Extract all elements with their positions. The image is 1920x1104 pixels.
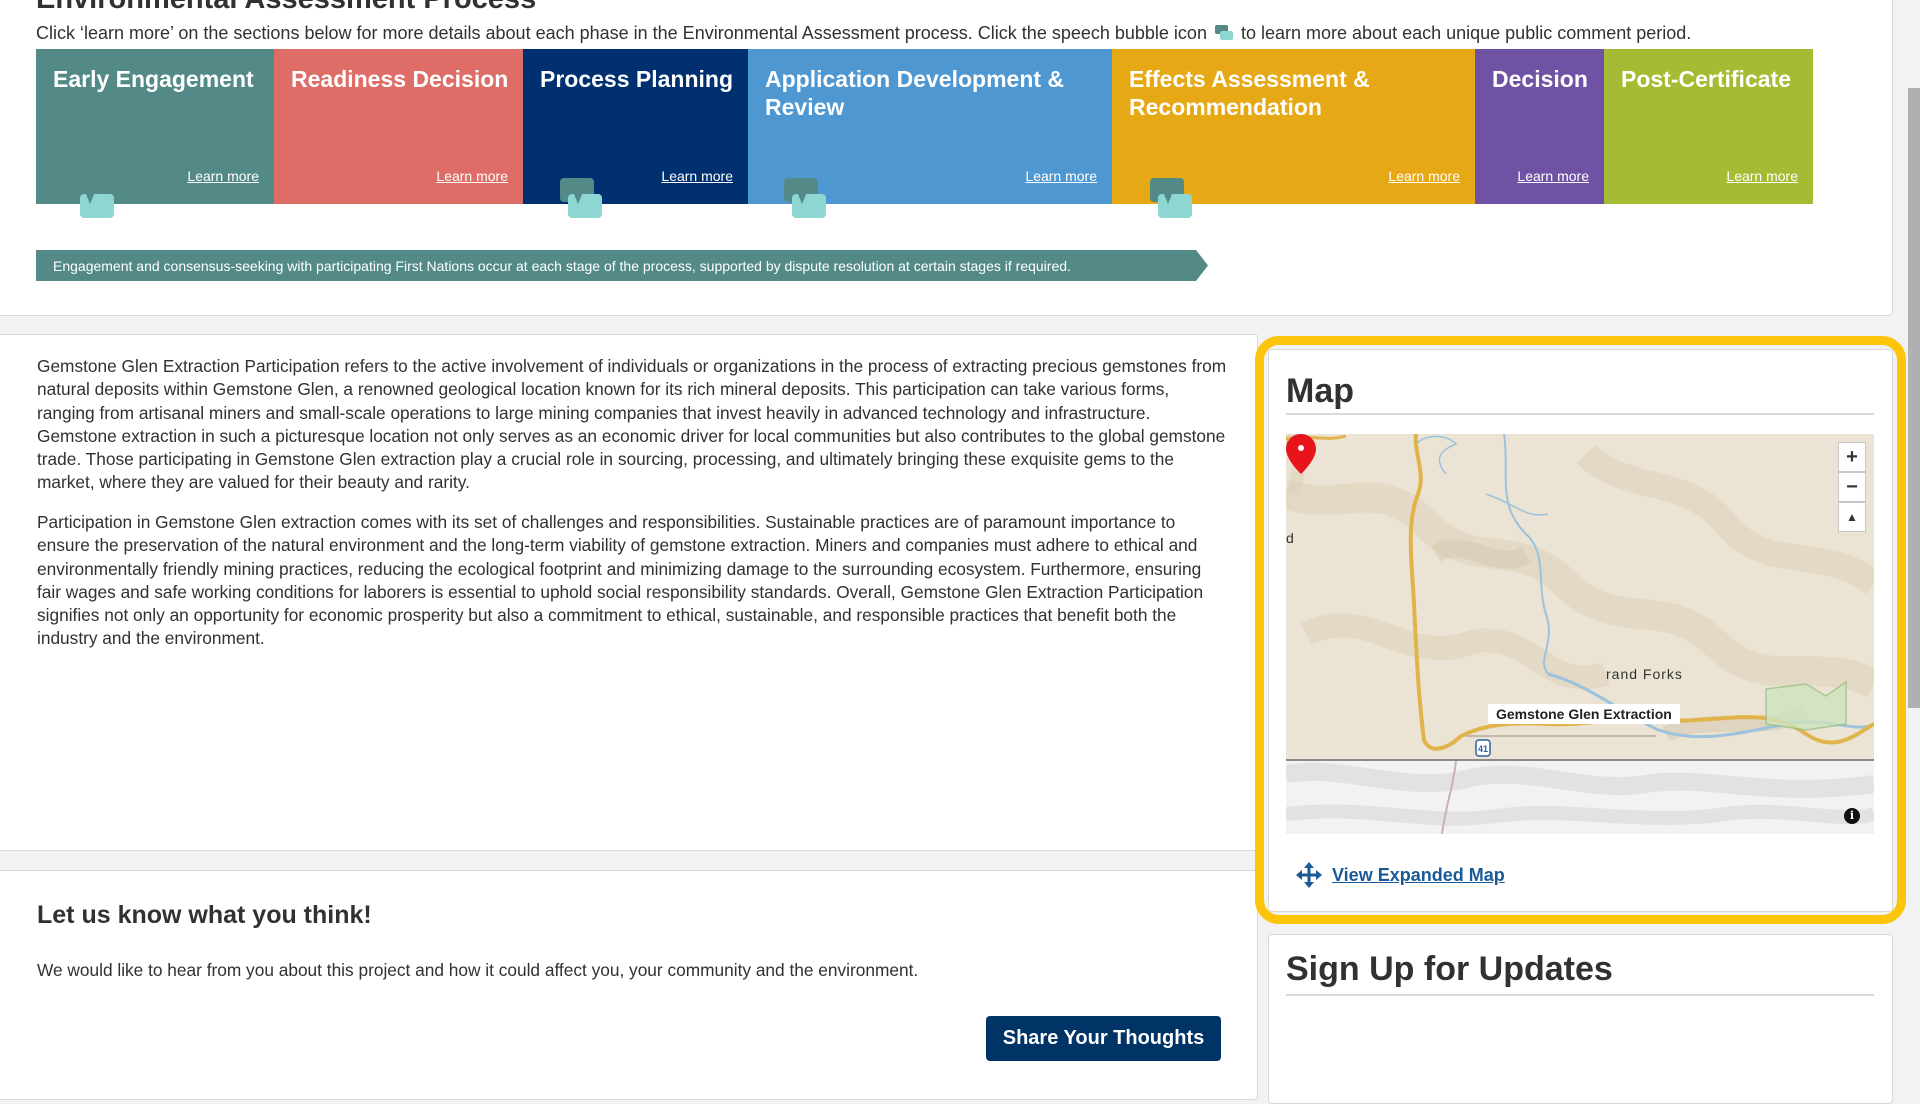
map-view[interactable]: 41 reek d rand Forks Gemstone Glen Extra… [1286, 434, 1874, 834]
instructions-text-before: Click ‘learn more’ on the sections below… [36, 23, 1207, 43]
zoom-in-button[interactable]: + [1838, 442, 1866, 472]
feedback-text: We would like to hear from you about thi… [37, 960, 919, 980]
signup-card: Sign Up for Updates [1268, 934, 1893, 1104]
learn-more-link[interactable]: Learn more [661, 168, 733, 184]
map-label-grand-forks: rand Forks [1606, 666, 1683, 682]
phase-title: Effects Assessment & Recommendation [1129, 66, 1370, 120]
page-scrollbar[interactable] [1908, 88, 1920, 708]
compass-reset-button[interactable]: ▲ [1838, 502, 1866, 532]
divider [1286, 413, 1874, 415]
phase-title: Process Planning [540, 66, 734, 92]
map-label-partial: d [1286, 530, 1294, 546]
phase-title: Early Engagement [53, 66, 254, 92]
divider [1286, 994, 1874, 996]
phase-title: Readiness Decision [291, 66, 509, 92]
comment-period-bubble-icon[interactable] [560, 178, 602, 220]
feedback-title: Let us know what you think! [37, 901, 372, 929]
phase-title: Decision [1492, 66, 1588, 92]
share-thoughts-button[interactable]: Share Your Thoughts [986, 1016, 1221, 1061]
eap-title: Environmental Assessment Process [36, 0, 536, 15]
location-pin-icon[interactable] [1286, 434, 1316, 474]
project-description-card: Gemstone Glen Extraction Participation r… [0, 334, 1258, 851]
map-marker-label: Gemstone Glen Extraction [1488, 704, 1680, 724]
view-expanded-map-label: View Expanded Map [1332, 864, 1505, 885]
description-paragraph: Gemstone Glen Extraction Participation r… [37, 356, 1227, 493]
feedback-card: Let us know what you think! We would lik… [0, 870, 1258, 1100]
phase-title: Application Development & Review [765, 66, 1065, 120]
map-card: Map 41 reek d ran [1268, 349, 1893, 912]
learn-more-link[interactable]: Learn more [1726, 168, 1798, 184]
map-title: Map [1286, 372, 1354, 410]
comment-period-bubble-icon[interactable] [784, 178, 826, 220]
learn-more-link[interactable]: Learn more [1025, 168, 1097, 184]
learn-more-link[interactable]: Learn more [1517, 168, 1589, 184]
engagement-note: Engagement and consensus-seeking with pa… [53, 258, 1071, 274]
comment-period-bubble-icon[interactable] [72, 178, 114, 220]
comment-period-bubble-icon[interactable] [1150, 178, 1192, 220]
phase-title: Post-Certificate [1621, 66, 1791, 92]
phase-post-certificate: Post-Certificate Learn more [1604, 49, 1813, 204]
phase-decision: Decision Learn more [1475, 49, 1604, 204]
phase-readiness-decision: Readiness Decision Learn more [274, 49, 523, 204]
map-terrain: 41 [1286, 434, 1874, 834]
phase-process-planning: Process Planning Learn more [523, 49, 748, 204]
instructions-text-after: to learn more about each unique public c… [1240, 23, 1692, 43]
learn-more-link[interactable]: Learn more [436, 168, 508, 184]
highway-shield-number: 41 [1478, 744, 1488, 754]
speech-bubble-icon [1214, 25, 1233, 40]
zoom-out-button[interactable]: − [1838, 472, 1866, 502]
description-paragraph: Participation in Gemstone Glen extractio… [37, 512, 1204, 649]
eap-card: Environmental Assessment Process Click ‘… [0, 0, 1893, 316]
eap-instructions: Click ‘learn more’ on the sections below… [36, 23, 1691, 44]
learn-more-link[interactable]: Learn more [187, 168, 259, 184]
signup-title: Sign Up for Updates [1286, 950, 1613, 988]
learn-more-link[interactable]: Learn more [1388, 168, 1460, 184]
info-icon[interactable]: i [1844, 808, 1860, 824]
expand-arrows-icon [1296, 862, 1322, 888]
view-expanded-map-link[interactable]: View Expanded Map [1296, 862, 1505, 888]
